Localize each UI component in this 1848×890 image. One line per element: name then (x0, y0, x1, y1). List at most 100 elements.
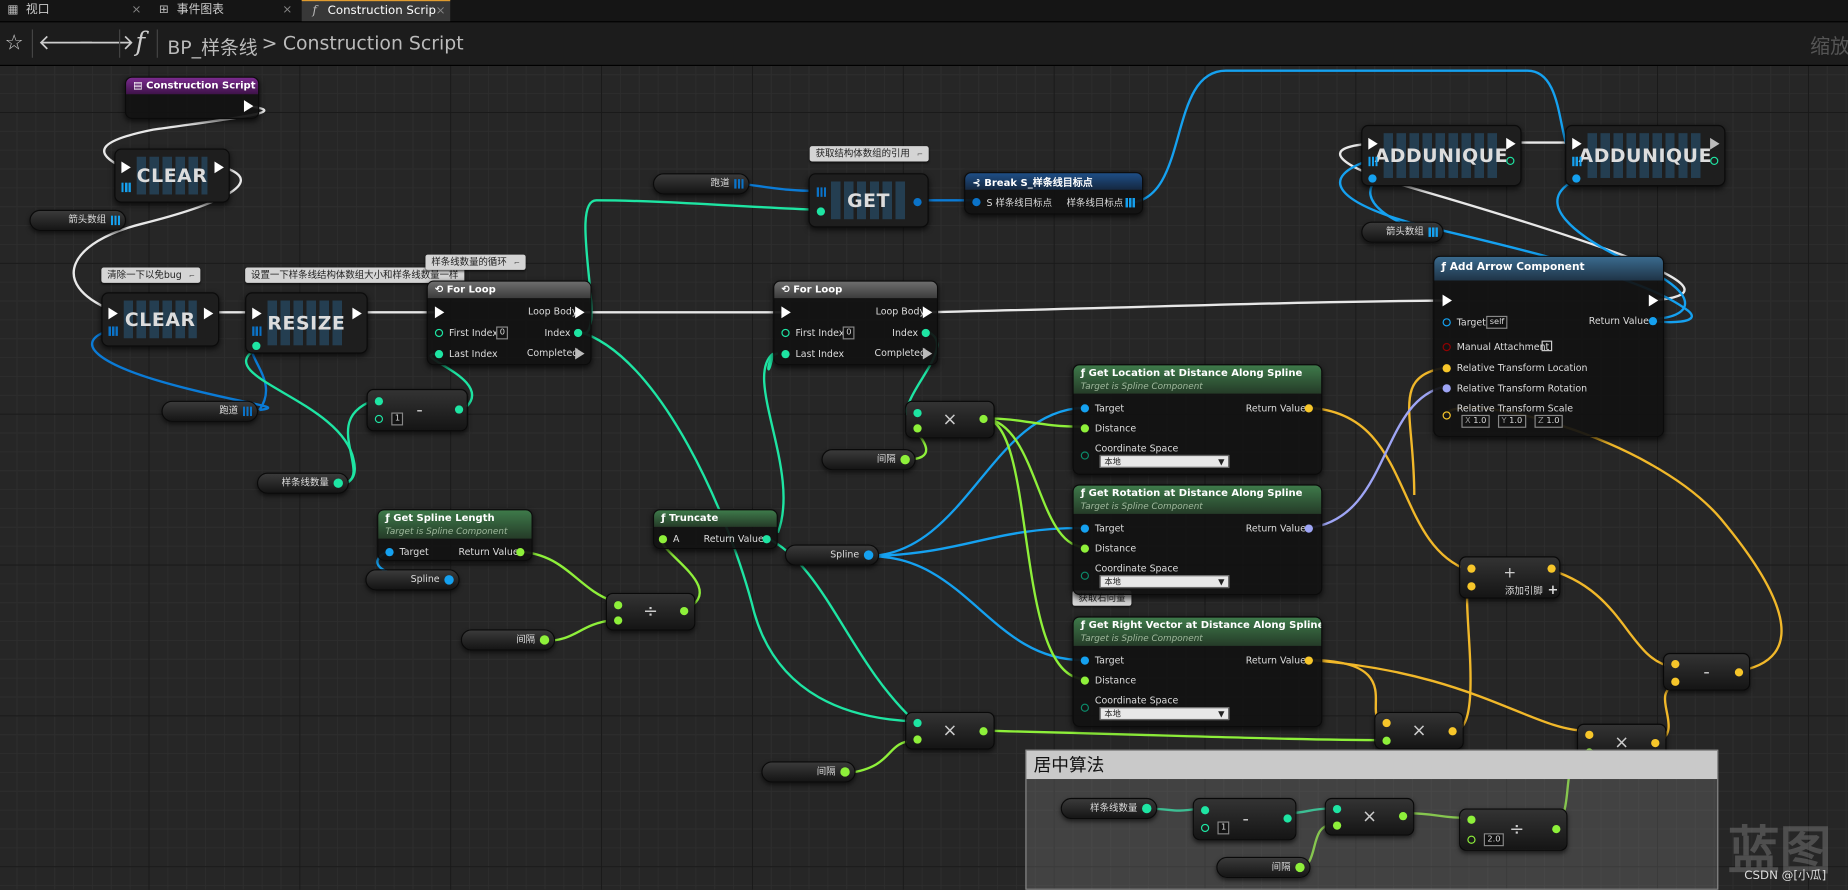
exec-in-pin[interactable] (1442, 294, 1452, 307)
for-loop-node-2[interactable]: ⟲ For Loop First Index 0 Last Index Loop… (773, 280, 939, 366)
clear-node-1[interactable]: CLEAR (114, 148, 230, 203)
a-pin[interactable] (658, 535, 668, 544)
array-pin[interactable] (734, 179, 744, 189)
exec-in-pin[interactable] (1572, 137, 1582, 150)
exec-in-pin[interactable] (781, 306, 791, 319)
scale-pin[interactable] (1442, 411, 1451, 420)
first-index-value[interactable]: 0 (496, 326, 509, 340)
input-pin[interactable] (913, 424, 922, 433)
input-pin[interactable] (374, 397, 384, 406)
return-pin[interactable] (1304, 404, 1313, 413)
array-pin[interactable] (1572, 156, 1582, 167)
subtract-vector-node[interactable]: - (1662, 652, 1751, 691)
get-rotation-node[interactable]: ƒ Get Rotation at Distance Along Spline T… (1072, 484, 1323, 596)
variable-track-2[interactable]: 跑道 (652, 173, 750, 195)
completed-pin[interactable] (575, 347, 585, 360)
comment-loop[interactable]: 样条线数量的循环 ⌐ (425, 254, 526, 270)
get-node[interactable]: GET (808, 173, 929, 228)
last-index-pin[interactable] (434, 350, 444, 359)
divide-node-2[interactable]: 2.0 ÷ (1459, 808, 1568, 851)
output-pin[interactable] (1448, 727, 1457, 736)
truncate-node[interactable]: ƒ Truncate A Return Value (652, 509, 778, 550)
int-pin[interactable] (1142, 803, 1152, 814)
last-index-pin[interactable] (781, 350, 790, 359)
float-pin[interactable] (1295, 862, 1305, 873)
target-pin[interactable] (1080, 524, 1089, 533)
index-pin[interactable] (816, 207, 825, 216)
coordinate-space-pin[interactable] (1080, 571, 1089, 580)
output-pin[interactable] (1651, 738, 1660, 748)
input-pin[interactable] (1332, 804, 1342, 814)
divide-node-1[interactable]: ÷ (605, 592, 696, 631)
add-pin-label[interactable]: 添加引脚 (1505, 585, 1543, 598)
exec-out-pin[interactable] (214, 161, 224, 174)
literal-value[interactable]: 1 (391, 412, 404, 426)
exec-out-pin[interactable] (1710, 137, 1720, 150)
input-pin[interactable] (1467, 815, 1476, 824)
return-pin[interactable] (1648, 317, 1658, 326)
exec-out-pin[interactable] (1506, 137, 1516, 150)
target-pin[interactable] (1080, 656, 1089, 665)
first-index-pin[interactable] (781, 328, 790, 338)
loop-body-pin[interactable] (922, 306, 933, 319)
add-unique-node-1[interactable]: ADDUNIQUE (1361, 124, 1522, 187)
output-pin[interactable] (1547, 564, 1556, 573)
add-pin-icon[interactable]: + (1547, 582, 1558, 597)
array-pin[interactable] (816, 187, 827, 197)
literal-value[interactable]: 1 (1217, 821, 1230, 835)
exec-in-pin[interactable] (252, 307, 262, 320)
item-pin[interactable] (1368, 174, 1377, 183)
add-vector-node[interactable]: + 添加引脚 + (1459, 556, 1561, 599)
input-pin[interactable] (1467, 835, 1476, 844)
object-pin[interactable] (444, 575, 454, 585)
return-pin[interactable] (762, 535, 771, 544)
exec-in-pin[interactable] (108, 307, 118, 320)
add-arrow-component-node[interactable]: ƒ Add Arrow Component Target self Return… (1433, 255, 1665, 438)
return-pin[interactable] (1304, 524, 1313, 533)
input-pin[interactable] (1200, 806, 1210, 815)
input-pin[interactable] (374, 414, 384, 424)
exec-out-pin[interactable] (1648, 294, 1659, 307)
return-pin[interactable] (1304, 656, 1313, 665)
array-pin[interactable] (242, 406, 253, 417)
distance-pin[interactable] (1080, 544, 1089, 553)
return-pin[interactable] (516, 548, 525, 557)
variable-interval-3[interactable]: 间隔 (761, 761, 856, 783)
coordinate-space-dropdown[interactable]: 本地 ▼ (1099, 454, 1230, 468)
add-unique-node-2[interactable]: ADDUNIQUE (1565, 124, 1726, 187)
output-pin[interactable] (1552, 824, 1561, 834)
exec-out-pin[interactable] (243, 100, 254, 112)
size-pin[interactable] (252, 341, 261, 351)
variable-interval-4[interactable]: 间隔 (1216, 856, 1311, 879)
completed-pin[interactable] (922, 347, 933, 360)
scale-y-field[interactable]: Y 1.0 (1497, 414, 1526, 428)
float-pin[interactable] (539, 635, 550, 645)
comment-collapse-icon[interactable]: ⌐ (514, 259, 520, 267)
input-pin[interactable] (614, 601, 623, 610)
subtract-node-1[interactable]: 1 - (366, 388, 468, 432)
target-pin[interactable] (1442, 318, 1451, 327)
resize-node[interactable]: RESIZE (245, 292, 368, 354)
input-pin[interactable] (614, 616, 623, 625)
loop-body-pin[interactable] (575, 306, 585, 319)
scale-z-field[interactable]: Z 1.0 (1534, 414, 1563, 428)
manual-attachment-checkbox[interactable] (1541, 340, 1553, 352)
variable-interval-1[interactable]: 间隔 (821, 449, 916, 471)
exec-in-pin[interactable] (121, 161, 131, 174)
array-out-pin[interactable] (1125, 197, 1135, 208)
multiply-node-1[interactable]: × (905, 400, 995, 439)
distance-pin[interactable] (1080, 424, 1089, 433)
variable-arrow-array[interactable]: 箭头数组 (29, 209, 127, 231)
coordinate-space-pin[interactable] (1080, 703, 1089, 712)
index-out-pin[interactable] (1710, 156, 1719, 165)
literal-value[interactable]: 2.0 (1483, 833, 1505, 847)
array-pin[interactable] (1368, 156, 1378, 167)
coordinate-space-dropdown[interactable]: 本地 ▼ (1099, 707, 1230, 721)
variable-interval-2[interactable]: 间隔 (460, 629, 556, 651)
input-pin[interactable] (1200, 823, 1210, 833)
input-pin[interactable] (1585, 730, 1594, 739)
variable-arrow-array-2[interactable]: 箭头数组 (1361, 221, 1444, 243)
multiply-node-2[interactable]: × (905, 711, 995, 750)
variable-spline-count-2[interactable]: 样条线数量 (1060, 797, 1158, 820)
exec-out-pin[interactable] (203, 307, 214, 320)
